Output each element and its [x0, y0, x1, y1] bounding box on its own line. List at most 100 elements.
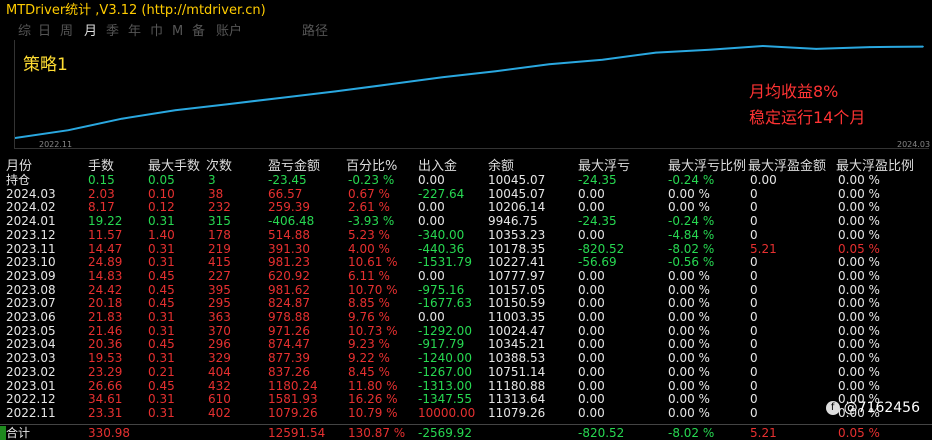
table-row: 2024.02 8.17 0.12 232 259.39 2.61 % 0.00 10206.… [0, 200, 932, 214]
cell-io: 0.00 [418, 200, 445, 215]
cell-mddp: -0.56 % [668, 255, 715, 270]
cell-mdd: 0.00 [578, 337, 605, 352]
cell-m: 2023.02 [6, 364, 56, 379]
cell-mddp: 0.00 % [668, 186, 710, 201]
tab-5[interactable]: 年 [128, 22, 141, 42]
equity-point [708, 48, 711, 51]
cell-mfp: 0 [750, 255, 758, 270]
cell-pct: 10.73 % [348, 323, 398, 338]
cell-io: 0.00 [418, 268, 445, 283]
cell-mddp: -4.84 % [668, 227, 715, 242]
cell-m: 2023.04 [6, 337, 56, 352]
cell-lots: 2.03 [88, 186, 115, 201]
cell-bal: 10353.23 [488, 227, 546, 242]
cell-bal: 10345.21 [488, 337, 546, 352]
cell-bal: 10751.14 [488, 364, 546, 379]
cell-pl: 971.26 [268, 323, 310, 338]
equity-point [494, 70, 497, 73]
tab-7[interactable]: M [172, 22, 183, 42]
cell-bal: 11313.64 [488, 392, 546, 407]
cell-mfp: 0 [750, 282, 758, 297]
cell-max: 0.31 [148, 241, 175, 256]
cell-mddp: 0.00 % [668, 392, 710, 407]
header-6: 出入金 [418, 159, 458, 174]
tab-10[interactable]: 路径 [302, 22, 328, 42]
total-pct: 130.87 % [348, 426, 406, 440]
cell-m: 2024.01 [6, 214, 56, 229]
cell-mddp: 0.00 % [668, 282, 710, 297]
table-row: 2023.03 19.53 0.31 329 877.39 9.22 % -1240.00 1… [0, 351, 932, 365]
cell-mddp: 0.00 % [668, 200, 710, 215]
cell-lots: 14.47 [88, 241, 123, 256]
tab-4[interactable]: 季 [106, 22, 119, 42]
cell-mddp: -0.24 % [668, 173, 715, 187]
equity-point [121, 117, 123, 120]
header-2: 最大手数 [148, 159, 201, 174]
cell-mdd: -56.69 [578, 255, 617, 270]
cell-cnt: 296 [208, 337, 231, 352]
cell-m: 2023.12 [6, 227, 56, 242]
cell-max: 1.40 [148, 227, 175, 242]
cell-mfp: 5.21 [750, 241, 777, 256]
cell-lots: 23.29 [88, 364, 123, 379]
cell-mdd: 0.00 [578, 227, 605, 242]
tab-2[interactable]: 周 [60, 22, 73, 42]
cell-mfp: 0 [750, 310, 758, 324]
header-1: 手数 [88, 159, 115, 174]
cell-mfpp: 0.00 % [838, 227, 880, 242]
cell-lots: 26.66 [88, 378, 123, 393]
cell-mdd: -820.52 [578, 241, 625, 256]
cell-mdd: 0.00 [578, 200, 605, 215]
equity-point [548, 63, 550, 65]
cell-pl: 837.26 [268, 364, 310, 379]
cell-mddp: 0.00 % [668, 364, 710, 379]
cell-m: 2023.05 [6, 323, 56, 338]
equity-point [761, 45, 764, 47]
cell-mdd: 0.00 [578, 351, 605, 366]
cell-lots: 0.15 [88, 173, 115, 187]
watermark: f @7162456 [825, 400, 920, 416]
cell-mfpp: 0.00 % [838, 337, 880, 352]
tab-6[interactable]: 巾 [150, 22, 163, 42]
tab-0[interactable]: 综 [18, 22, 31, 42]
header-5: 百分比% [346, 159, 398, 174]
table-row: 2023.09 14.83 0.45 227 620.92 6.11 % 0.00 10777… [0, 269, 932, 283]
tab-1[interactable]: 日 [38, 22, 51, 42]
cell-m: 2023.11 [6, 241, 56, 256]
total-m: 合计 [6, 426, 31, 440]
tab-9[interactable]: 账户 [216, 22, 242, 42]
cell-pct: 6.11 % [348, 268, 390, 283]
cell-mfp: 0 [750, 405, 758, 420]
chart-annotation-monthly: 月均收益8% [749, 82, 839, 101]
cell-pl: 66.57 [268, 186, 303, 201]
cell-mfp: 0 [750, 392, 758, 407]
cell-bal: 10024.47 [488, 323, 546, 338]
cell-lots: 11.57 [88, 227, 123, 242]
cell-m: 持仓 [6, 173, 31, 187]
cell-mfpp: 0.00 % [838, 214, 880, 229]
cell-pct: 8.45 % [348, 364, 390, 379]
cell-mfp: 0 [750, 351, 758, 366]
cell-mdd: -24.35 [578, 173, 617, 187]
cell-bal: 10388.53 [488, 351, 546, 366]
cell-mdd: -24.35 [578, 214, 617, 229]
table-row: 2023.01 26.66 0.45 432 1180.24 11.80 % -1313.0… [0, 379, 932, 393]
cell-pl: 391.30 [268, 241, 310, 256]
total-mddp: -8.02 % [668, 426, 715, 440]
cell-m: 2023.06 [6, 310, 56, 324]
tab-3[interactable]: 月 [84, 22, 97, 42]
x-axis-start-label: 2022.11 [39, 140, 73, 149]
cell-pl: 1581.93 [268, 392, 318, 407]
cell-max: 0.45 [148, 337, 175, 352]
cell-bal: 10157.05 [488, 282, 546, 297]
tab-8[interactable]: 备 [192, 22, 205, 42]
cell-mddp: 0.00 % [668, 378, 710, 393]
cell-cnt: 363 [208, 310, 231, 324]
cell-bal: 11003.35 [488, 310, 546, 324]
cell-bal: 9946.75 [488, 214, 538, 229]
watermark-text: @7162456 [843, 400, 920, 416]
cell-m: 2022.11 [6, 405, 56, 420]
cell-bal: 10045.07 [488, 173, 546, 187]
cell-mddp: -8.02 % [668, 241, 715, 256]
cell-mfpp: 0.00 % [838, 282, 880, 297]
